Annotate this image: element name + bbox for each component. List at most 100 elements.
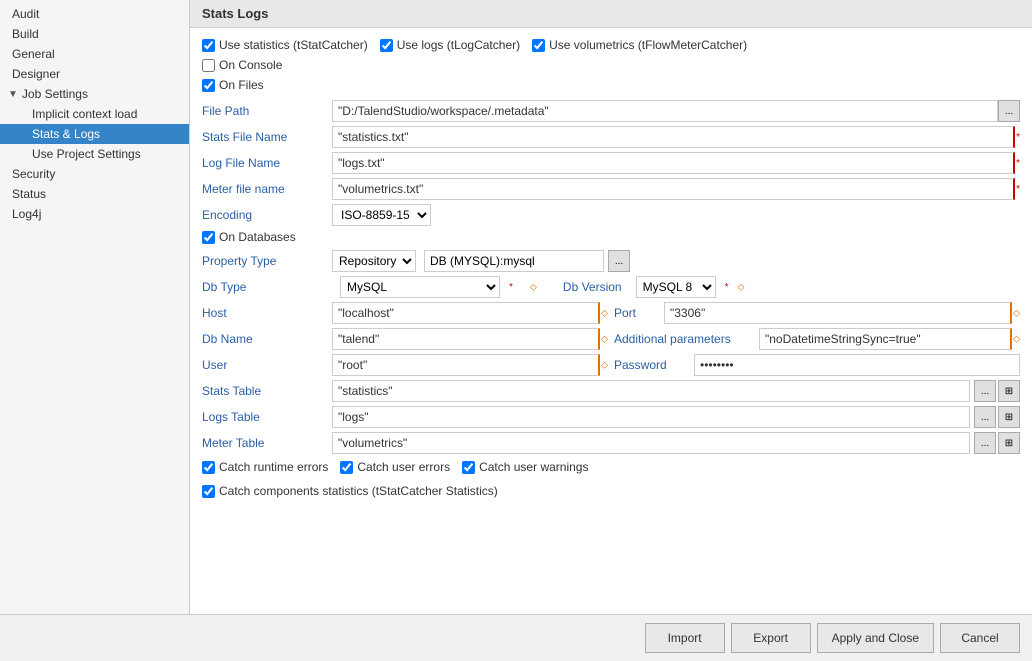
stats-file-name-label: Stats File Name: [202, 130, 332, 144]
property-type-label: Property Type: [202, 254, 332, 268]
db-version-label: Db Version: [563, 280, 628, 294]
stats-file-name-row: Stats File Name *: [202, 126, 1020, 148]
sidebar-item-status[interactable]: Status: [0, 184, 189, 204]
encoding-label: Encoding: [202, 208, 332, 222]
stats-table-grid-button[interactable]: ⊞: [998, 380, 1020, 402]
db-name-label: Db Name: [202, 332, 332, 346]
top-checkboxes-row1: Use statistics (tStatCatcher) Use logs (…: [202, 38, 1020, 52]
property-type-select[interactable]: Repository Built-In: [332, 250, 416, 272]
meter-table-input[interactable]: [332, 432, 970, 454]
db-name-input[interactable]: [332, 328, 600, 350]
page-title: Stats Logs: [202, 6, 1020, 21]
sidebar-item-job-settings[interactable]: ▼ Job Settings: [0, 84, 189, 104]
sidebar-item-general[interactable]: General: [0, 44, 189, 64]
meter-file-name-input[interactable]: [332, 178, 1015, 200]
sidebar-item-implicit-context[interactable]: Implicit context load: [0, 104, 189, 124]
encoding-row: Encoding ISO-8859-15 UTF-8 UTF-16 ASCII: [202, 204, 1020, 226]
db-type-orange: ⬦: [530, 282, 537, 293]
stats-table-input[interactable]: [332, 380, 970, 402]
sidebar-item-build[interactable]: Build: [0, 24, 189, 44]
params-orange: ⬦: [1013, 334, 1020, 345]
file-path-input[interactable]: [332, 100, 998, 122]
on-files-row: On Files: [202, 78, 1020, 92]
stats-table-actions: ... ⊞: [974, 380, 1020, 402]
catch-user-errors-checkbox[interactable]: Catch user errors: [340, 460, 450, 474]
content-body: Use statistics (tStatCatcher) Use logs (…: [190, 28, 1032, 614]
stats-table-row: Stats Table ... ⊞: [202, 380, 1020, 402]
file-path-browse-button[interactable]: ...: [998, 100, 1020, 122]
additional-params-input[interactable]: [759, 328, 1012, 350]
content-header: Stats Logs: [190, 0, 1032, 28]
meter-file-name-label: Meter file name: [202, 182, 332, 196]
sidebar-item-designer[interactable]: Designer: [0, 64, 189, 84]
on-files-checkbox[interactable]: On Files: [202, 78, 264, 92]
sidebar-item-use-project-settings[interactable]: Use Project Settings: [0, 144, 189, 164]
on-databases-checkbox[interactable]: On Databases: [202, 230, 296, 244]
bottom-checkboxes-row1: Catch runtime errors Catch user errors C…: [202, 460, 1020, 478]
meter-table-actions: ... ⊞: [974, 432, 1020, 454]
db-type-label: Db Type: [202, 280, 332, 294]
port-orange: ⬦: [1013, 308, 1020, 319]
cancel-button[interactable]: Cancel: [940, 623, 1020, 653]
log-file-name-label: Log File Name: [202, 156, 332, 170]
user-input[interactable]: [332, 354, 600, 376]
bottom-checkboxes: Catch runtime errors Catch user errors C…: [202, 460, 1020, 502]
sidebar: Audit Build General Designer ▼ Job Setti…: [0, 0, 190, 614]
sidebar-item-log4j[interactable]: Log4j: [0, 204, 189, 224]
catch-components-checkbox[interactable]: Catch components statistics (tStatCatche…: [202, 484, 498, 498]
use-logs-checkbox[interactable]: Use logs (tLogCatcher): [380, 38, 520, 52]
db-version-req: *: [725, 282, 729, 293]
import-button[interactable]: Import: [645, 623, 725, 653]
password-label: Password: [614, 358, 694, 372]
db-version-select[interactable]: MySQL 8 MySQL 5.7: [636, 276, 716, 298]
host-label: Host: [202, 306, 332, 320]
bottom-checkboxes-row2: Catch components statistics (tStatCatche…: [202, 484, 1020, 502]
catch-runtime-checkbox[interactable]: Catch runtime errors: [202, 460, 328, 474]
logs-table-dots-button[interactable]: ...: [974, 406, 996, 428]
db-connection-input[interactable]: [424, 250, 604, 272]
host-port-row: Host ⬦ Port ⬦: [202, 302, 1020, 324]
property-type-browse-button[interactable]: ...: [608, 250, 630, 272]
sidebar-item-audit[interactable]: Audit: [0, 4, 189, 24]
host-input[interactable]: [332, 302, 600, 324]
sidebar-item-stats-logs[interactable]: Stats & Logs: [0, 124, 189, 144]
dbname-orange: ⬦: [601, 334, 608, 345]
on-console-checkbox[interactable]: On Console: [202, 58, 282, 72]
logs-table-grid-button[interactable]: ⊞: [998, 406, 1020, 428]
file-path-label: File Path: [202, 104, 332, 118]
log-file-name-input[interactable]: [332, 152, 1015, 174]
use-statistics-checkbox[interactable]: Use statistics (tStatCatcher): [202, 38, 368, 52]
db-version-orange: ⬦: [738, 282, 745, 293]
user-orange: ⬦: [601, 360, 608, 371]
stats-file-name-input[interactable]: [332, 126, 1015, 148]
meter-table-grid-button[interactable]: ⊞: [998, 432, 1020, 454]
meter-table-row: Meter Table ... ⊞: [202, 432, 1020, 454]
apply-close-button[interactable]: Apply and Close: [817, 623, 934, 653]
password-input[interactable]: [694, 354, 1020, 376]
db-type-row: Db Type MySQL Oracle PostgreSQL * ⬦ Db V…: [202, 276, 1020, 298]
stats-required-indicator: *: [1016, 132, 1020, 143]
property-type-row: Property Type Repository Built-In ...: [202, 250, 1020, 272]
stats-table-dots-button[interactable]: ...: [974, 380, 996, 402]
export-button[interactable]: Export: [731, 623, 811, 653]
host-col: Host ⬦: [202, 302, 608, 324]
meter-table-dots-button[interactable]: ...: [974, 432, 996, 454]
content-area: Stats Logs Use statistics (tStatCatcher)…: [190, 0, 1032, 614]
logs-table-input[interactable]: [332, 406, 970, 428]
meter-required-indicator: *: [1016, 184, 1020, 195]
footer: Import Export Apply and Close Cancel: [0, 614, 1032, 661]
db-type-select[interactable]: MySQL Oracle PostgreSQL: [340, 276, 500, 298]
encoding-select[interactable]: ISO-8859-15 UTF-8 UTF-16 ASCII: [332, 204, 431, 226]
sidebar-item-security[interactable]: Security: [0, 164, 189, 184]
file-path-row: File Path ...: [202, 100, 1020, 122]
logs-table-label: Logs Table: [202, 410, 332, 424]
meter-file-name-row: Meter file name *: [202, 178, 1020, 200]
use-volumetrics-checkbox[interactable]: Use volumetrics (tFlowMeterCatcher): [532, 38, 747, 52]
logs-table-row: Logs Table ... ⊞: [202, 406, 1020, 428]
additional-params-col: Additional parameters ⬦: [614, 328, 1020, 350]
catch-user-warnings-checkbox[interactable]: Catch user warnings: [462, 460, 588, 474]
log-file-name-row: Log File Name *: [202, 152, 1020, 174]
port-col: Port ⬦: [614, 302, 1020, 324]
db-type-req: *: [509, 282, 513, 293]
port-input[interactable]: [664, 302, 1012, 324]
